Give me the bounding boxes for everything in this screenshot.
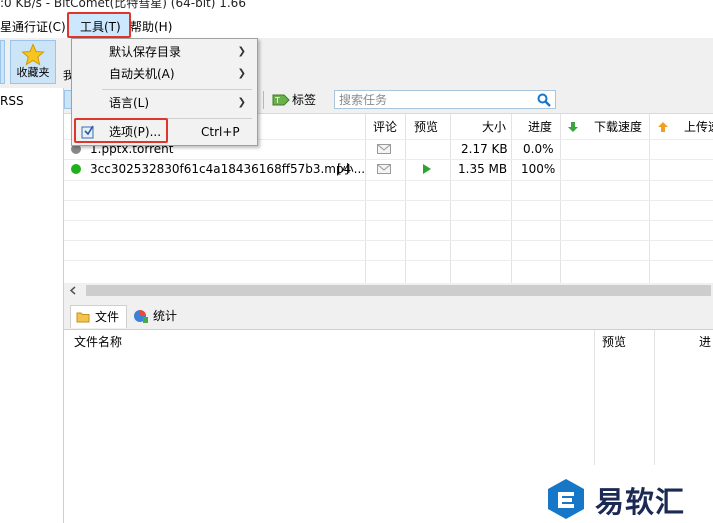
task-tag: [小... bbox=[337, 162, 364, 176]
scroll-left-icon[interactable] bbox=[69, 286, 77, 295]
menu-item-options[interactable]: 选项(P)... Ctrl+P bbox=[73, 121, 256, 143]
window-title: :0 KB/s - BitComet(比特彗星) (64-bit) 1.66 bbox=[0, 0, 246, 10]
watermark: 易软汇 bbox=[545, 475, 713, 523]
search-icon[interactable] bbox=[537, 93, 551, 107]
horizontal-scrollbar[interactable] bbox=[64, 283, 713, 298]
comment-icon[interactable] bbox=[377, 144, 391, 154]
row-divider bbox=[64, 220, 713, 221]
menu-item-auto-shutdown[interactable]: 自动关机(A) ❯ bbox=[73, 63, 256, 85]
row-divider bbox=[64, 260, 713, 261]
toolbar-partial-label: 我 bbox=[63, 69, 71, 82]
stats-icon bbox=[134, 310, 148, 323]
title-bar: :0 KB/s - BitComet(比特彗星) (64-bit) 1.66 bbox=[0, 0, 713, 12]
menu-separator bbox=[102, 89, 252, 90]
tab-files[interactable]: 文件 bbox=[70, 305, 127, 328]
column-header-file-preview[interactable]: 预览 bbox=[602, 332, 626, 352]
tag-icon: T bbox=[272, 94, 290, 106]
tag-label: 标签 bbox=[292, 93, 317, 107]
column-header-download-speed[interactable]: 下载速度 bbox=[594, 116, 642, 138]
menu-item-label: 语言(L) bbox=[109, 96, 150, 110]
download-arrow-icon bbox=[568, 122, 578, 132]
search-box[interactable] bbox=[334, 90, 556, 109]
task-size: 2.17 KB bbox=[461, 142, 508, 156]
tab-stats-label: 统计 bbox=[153, 309, 178, 323]
sidebar: RSS bbox=[0, 88, 64, 523]
menu-help[interactable]: 帮助(H) bbox=[130, 12, 172, 38]
toolbar-button-clipped[interactable] bbox=[0, 40, 5, 84]
search-input[interactable] bbox=[335, 91, 533, 108]
task-progress: 0.0% bbox=[523, 142, 554, 156]
scrollbar-thumb[interactable] bbox=[86, 285, 711, 296]
submenu-arrow-icon: ❯ bbox=[237, 46, 246, 57]
menu-item-label: 默认保存目录 bbox=[109, 45, 182, 59]
task-size: 1.35 MB bbox=[458, 162, 508, 176]
column-header-file-progress[interactable]: 进 bbox=[699, 332, 713, 352]
menu-passport[interactable]: 星通行证(C) bbox=[0, 12, 66, 38]
detail-tabs: 文件 统计 bbox=[64, 303, 713, 330]
tools-dropdown-menu: 默认保存目录 ❯ 自动关机(A) ❯ 语言(L) ❯ 选项(P)... Ctrl… bbox=[71, 38, 258, 146]
tab-stats[interactable]: 统计 bbox=[129, 305, 181, 328]
submenu-arrow-icon: ❯ bbox=[237, 97, 246, 108]
favorites-button[interactable]: 收藏夹 bbox=[10, 40, 56, 84]
tab-files-label: 文件 bbox=[95, 310, 120, 324]
row-divider bbox=[64, 200, 713, 201]
menu-separator bbox=[102, 118, 252, 119]
options-icon bbox=[81, 125, 94, 139]
upload-arrow-icon bbox=[658, 122, 668, 132]
column-header-upload-speed[interactable]: 上传速 bbox=[684, 116, 713, 138]
menu-item-shortcut: Ctrl+P bbox=[201, 125, 240, 139]
column-header-size[interactable]: 大小 bbox=[482, 116, 506, 138]
status-dot bbox=[71, 164, 81, 174]
menu-item-language[interactable]: 语言(L) ❯ bbox=[73, 92, 256, 114]
row-divider bbox=[64, 240, 713, 241]
toolbar-button-partial[interactable]: 我 bbox=[61, 40, 71, 84]
table-row[interactable]: 3cc302532830f61c4a18436168ff57b3.mp4 [小.… bbox=[64, 159, 713, 179]
column-divider bbox=[654, 330, 655, 465]
toolbar-divider bbox=[263, 91, 264, 109]
comment-icon[interactable] bbox=[377, 164, 391, 174]
column-header-progress[interactable]: 进度 bbox=[528, 116, 552, 138]
watermark-logo-icon bbox=[548, 479, 584, 519]
row-divider bbox=[64, 180, 713, 181]
column-header-file-name[interactable]: 文件名称 bbox=[74, 332, 122, 352]
column-header-preview[interactable]: 预览 bbox=[414, 116, 438, 138]
menu-tools[interactable]: 工具(T) bbox=[80, 12, 121, 38]
menu-bar: 星通行证(C) 工具(T) 帮助(H) bbox=[0, 12, 713, 38]
menu-item-label: 选项(P)... bbox=[109, 125, 162, 139]
watermark-text: 易软汇 bbox=[595, 485, 686, 519]
svg-text:T: T bbox=[274, 96, 280, 105]
task-progress: 100% bbox=[521, 162, 556, 176]
task-name: 3cc302532830f61c4a18436168ff57b3.mp4 bbox=[90, 162, 352, 176]
column-header-comment[interactable]: 评论 bbox=[373, 116, 397, 138]
menu-item-label: 自动关机(A) bbox=[109, 67, 175, 81]
menu-item-default-save-dir[interactable]: 默认保存目录 ❯ bbox=[73, 41, 256, 63]
folder-icon bbox=[76, 312, 90, 323]
column-divider bbox=[594, 330, 595, 465]
sidebar-item-rss[interactable]: RSS bbox=[0, 94, 24, 108]
favorites-label: 收藏夹 bbox=[16, 66, 50, 79]
submenu-arrow-icon: ❯ bbox=[237, 68, 246, 79]
play-icon[interactable] bbox=[422, 164, 432, 174]
